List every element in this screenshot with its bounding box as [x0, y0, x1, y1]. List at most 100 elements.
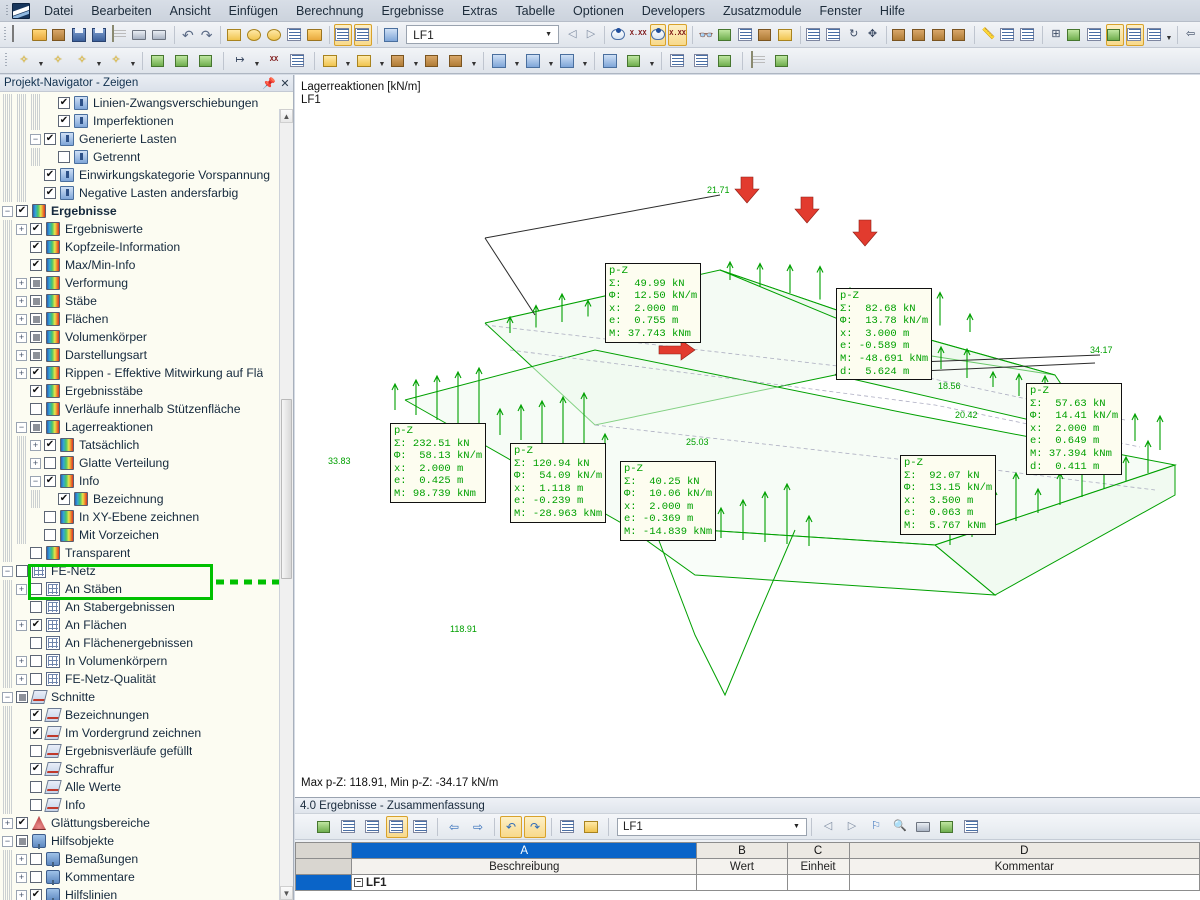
cell-c[interactable] [786, 874, 850, 891]
collapse-icon[interactable]: − [2, 565, 13, 577]
tree-checkbox[interactable]: ✔ [30, 763, 42, 775]
cell-beschreibung[interactable]: − LF1 [351, 874, 698, 891]
table-grid-icon[interactable] [557, 816, 579, 838]
tree-checkbox[interactable]: ✔ [30, 619, 42, 631]
tree-checkbox[interactable]: ✔ [30, 223, 42, 235]
view-iso-icon[interactable] [911, 24, 929, 46]
tree-item-getrennt[interactable]: Getrennt [0, 148, 293, 166]
render-icon[interactable] [717, 24, 735, 46]
snap-icon[interactable] [999, 24, 1017, 46]
tree-checkbox[interactable] [30, 655, 42, 667]
tree-checkbox[interactable] [30, 331, 42, 343]
open-file-icon[interactable] [31, 24, 49, 46]
tree-item-fl-chen[interactable]: + Flächen [0, 310, 293, 328]
expand-icon[interactable]: + [30, 439, 41, 451]
table-nav-prev-icon[interactable]: ◁ [817, 816, 839, 838]
help-arrow-icon[interactable]: ⇦ [1182, 24, 1199, 46]
table-undo-icon[interactable]: ↶ [500, 815, 522, 838]
solid-icon[interactable] [757, 24, 775, 46]
tree-checkbox[interactable] [30, 295, 42, 307]
table-nav-next-icon[interactable]: ▷ [841, 816, 863, 838]
tree-item-einwirkungskategorie-vorspannung[interactable]: ✔ Einwirkungskategorie Vorspannung [0, 166, 293, 184]
tree-checkbox[interactable] [16, 691, 28, 703]
tree-item-lagerreaktionen[interactable]: − Lagerreaktionen [0, 418, 293, 436]
expand-icon[interactable]: + [2, 817, 13, 829]
grid-column-letter-D[interactable]: D [848, 842, 1200, 859]
tree-item-rippen-effektive-mitwirkung-auf-fl[interactable]: + ✔ Rippen - Effektive Mitwirkung auf Flä [0, 364, 293, 382]
tree-item-fe-netz-qualit-t[interactable]: + FE-Netz-Qualität [0, 670, 293, 688]
grid-column-letter-B[interactable]: B [696, 842, 788, 859]
tree-checkbox[interactable] [30, 403, 42, 415]
prev-loadcase-icon[interactable]: ◁ [564, 24, 581, 46]
snap-grid-icon[interactable] [1126, 23, 1145, 46]
result-numeric-icon[interactable]: X.XX [629, 24, 648, 46]
collapse-icon[interactable]: − [2, 691, 13, 703]
tree-item-mit-vorzeichen[interactable]: Mit Vorzeichen [0, 526, 293, 544]
tree-checkbox[interactable] [30, 601, 42, 613]
insert-line-dropdown-icon[interactable]: ▼ [94, 50, 104, 72]
result-label-box[interactable]: p-Z Σ: 49.99 kN Φ: 12.50 kN/m x: 2.000 m… [605, 263, 702, 343]
grid-corner-cell[interactable] [294, 842, 353, 859]
tree-item-an-fl-chenergebnissen[interactable]: An Flächenergebnissen [0, 634, 293, 652]
load-case-new-icon[interactable] [383, 24, 401, 46]
undo-icon[interactable]: ↶ [180, 24, 197, 46]
expand-icon[interactable]: + [16, 889, 27, 900]
insert-nodal-load-icon[interactable] [489, 50, 511, 72]
scroll-down-icon[interactable]: ▼ [280, 886, 293, 900]
insert-node-icon[interactable]: ✧ [13, 50, 35, 72]
table-row[interactable]: − LF1 [294, 874, 1200, 891]
expand-icon[interactable]: + [16, 295, 27, 307]
tree-checkbox[interactable] [30, 547, 42, 559]
tree-checkbox[interactable]: ✔ [30, 889, 42, 900]
tree-item-kopfzeile-information[interactable]: ✔ Kopfzeile-Information [0, 238, 293, 256]
tree-checkbox[interactable] [30, 871, 42, 883]
tree-item-ergebniswerte[interactable]: + ✔ Ergebniswerte [0, 220, 293, 238]
chevron-down-icon[interactable]: ▼ [541, 26, 556, 43]
tree-checkbox[interactable]: ✔ [30, 241, 42, 253]
insert-support-icon[interactable] [148, 50, 170, 72]
tree-item-hilfslinien[interactable]: + ✔ Hilfslinien [0, 886, 293, 900]
insert-opening-dropdown-icon[interactable]: ▼ [377, 50, 387, 72]
tree-checkbox[interactable]: ✔ [30, 709, 42, 721]
menu-berechnung[interactable]: Berechnung [287, 2, 372, 20]
insert-polyline-dropdown-icon[interactable]: ▼ [128, 50, 138, 72]
tree-item-in-volumenk-rpern[interactable]: + In Volumenkörpern [0, 652, 293, 670]
tree-checkbox[interactable]: ✔ [44, 439, 56, 451]
layers-icon[interactable] [1086, 24, 1104, 46]
rotate-view-icon[interactable]: ↻ [845, 24, 862, 46]
tree-checkbox[interactable]: ✔ [44, 133, 56, 145]
menu-einfuegen[interactable]: Einfügen [220, 2, 287, 20]
select-add-icon[interactable] [286, 24, 304, 46]
insert-surface-icon[interactable] [320, 50, 342, 72]
generate-mesh-icon[interactable] [691, 50, 713, 72]
expand-icon[interactable]: + [16, 223, 27, 235]
row-header-cell[interactable] [294, 874, 353, 891]
tree-item-verl-ufe-innerhalb-st-tzenfl-che[interactable]: Verläufe innerhalb Stützenfläche [0, 400, 293, 418]
table-redo-icon[interactable]: ↷ [524, 815, 546, 838]
tree-checkbox[interactable] [30, 583, 42, 595]
cell-b[interactable] [696, 874, 788, 891]
insert-node-dropdown-icon[interactable]: ▼ [36, 50, 46, 72]
insert-member-load-dropdown-icon[interactable]: ▼ [546, 50, 556, 72]
menu-hilfe[interactable]: Hilfe [871, 2, 914, 20]
expand-icon[interactable]: + [16, 871, 27, 883]
background-icon[interactable] [1146, 24, 1164, 46]
coordinate-icon[interactable]: ⊞ [1048, 24, 1065, 46]
insert-imperfection-icon[interactable] [600, 50, 622, 72]
scroll-thumb[interactable] [281, 399, 292, 579]
tree-checkbox[interactable] [30, 799, 42, 811]
guides-icon[interactable] [1106, 23, 1125, 46]
measure-icon[interactable]: 📏 [980, 24, 997, 46]
result-values-icon[interactable] [610, 24, 627, 46]
tree-checkbox[interactable]: ✔ [16, 817, 28, 829]
tree-item-gl-ttungsbereiche[interactable]: + ✔ Glättungsbereiche [0, 814, 293, 832]
select-special-icon[interactable] [266, 24, 284, 46]
table-prev-icon[interactable]: ⇦ [443, 816, 465, 838]
expand-icon[interactable]: + [16, 655, 27, 667]
menubar-grip[interactable] [2, 2, 12, 20]
wireframe-icon[interactable] [737, 24, 755, 46]
tree-checkbox[interactable] [44, 511, 56, 523]
view-front-icon[interactable] [891, 24, 909, 46]
table-calculator-icon[interactable] [961, 816, 983, 838]
insert-member-dropdown-icon[interactable]: ▼ [252, 50, 262, 72]
